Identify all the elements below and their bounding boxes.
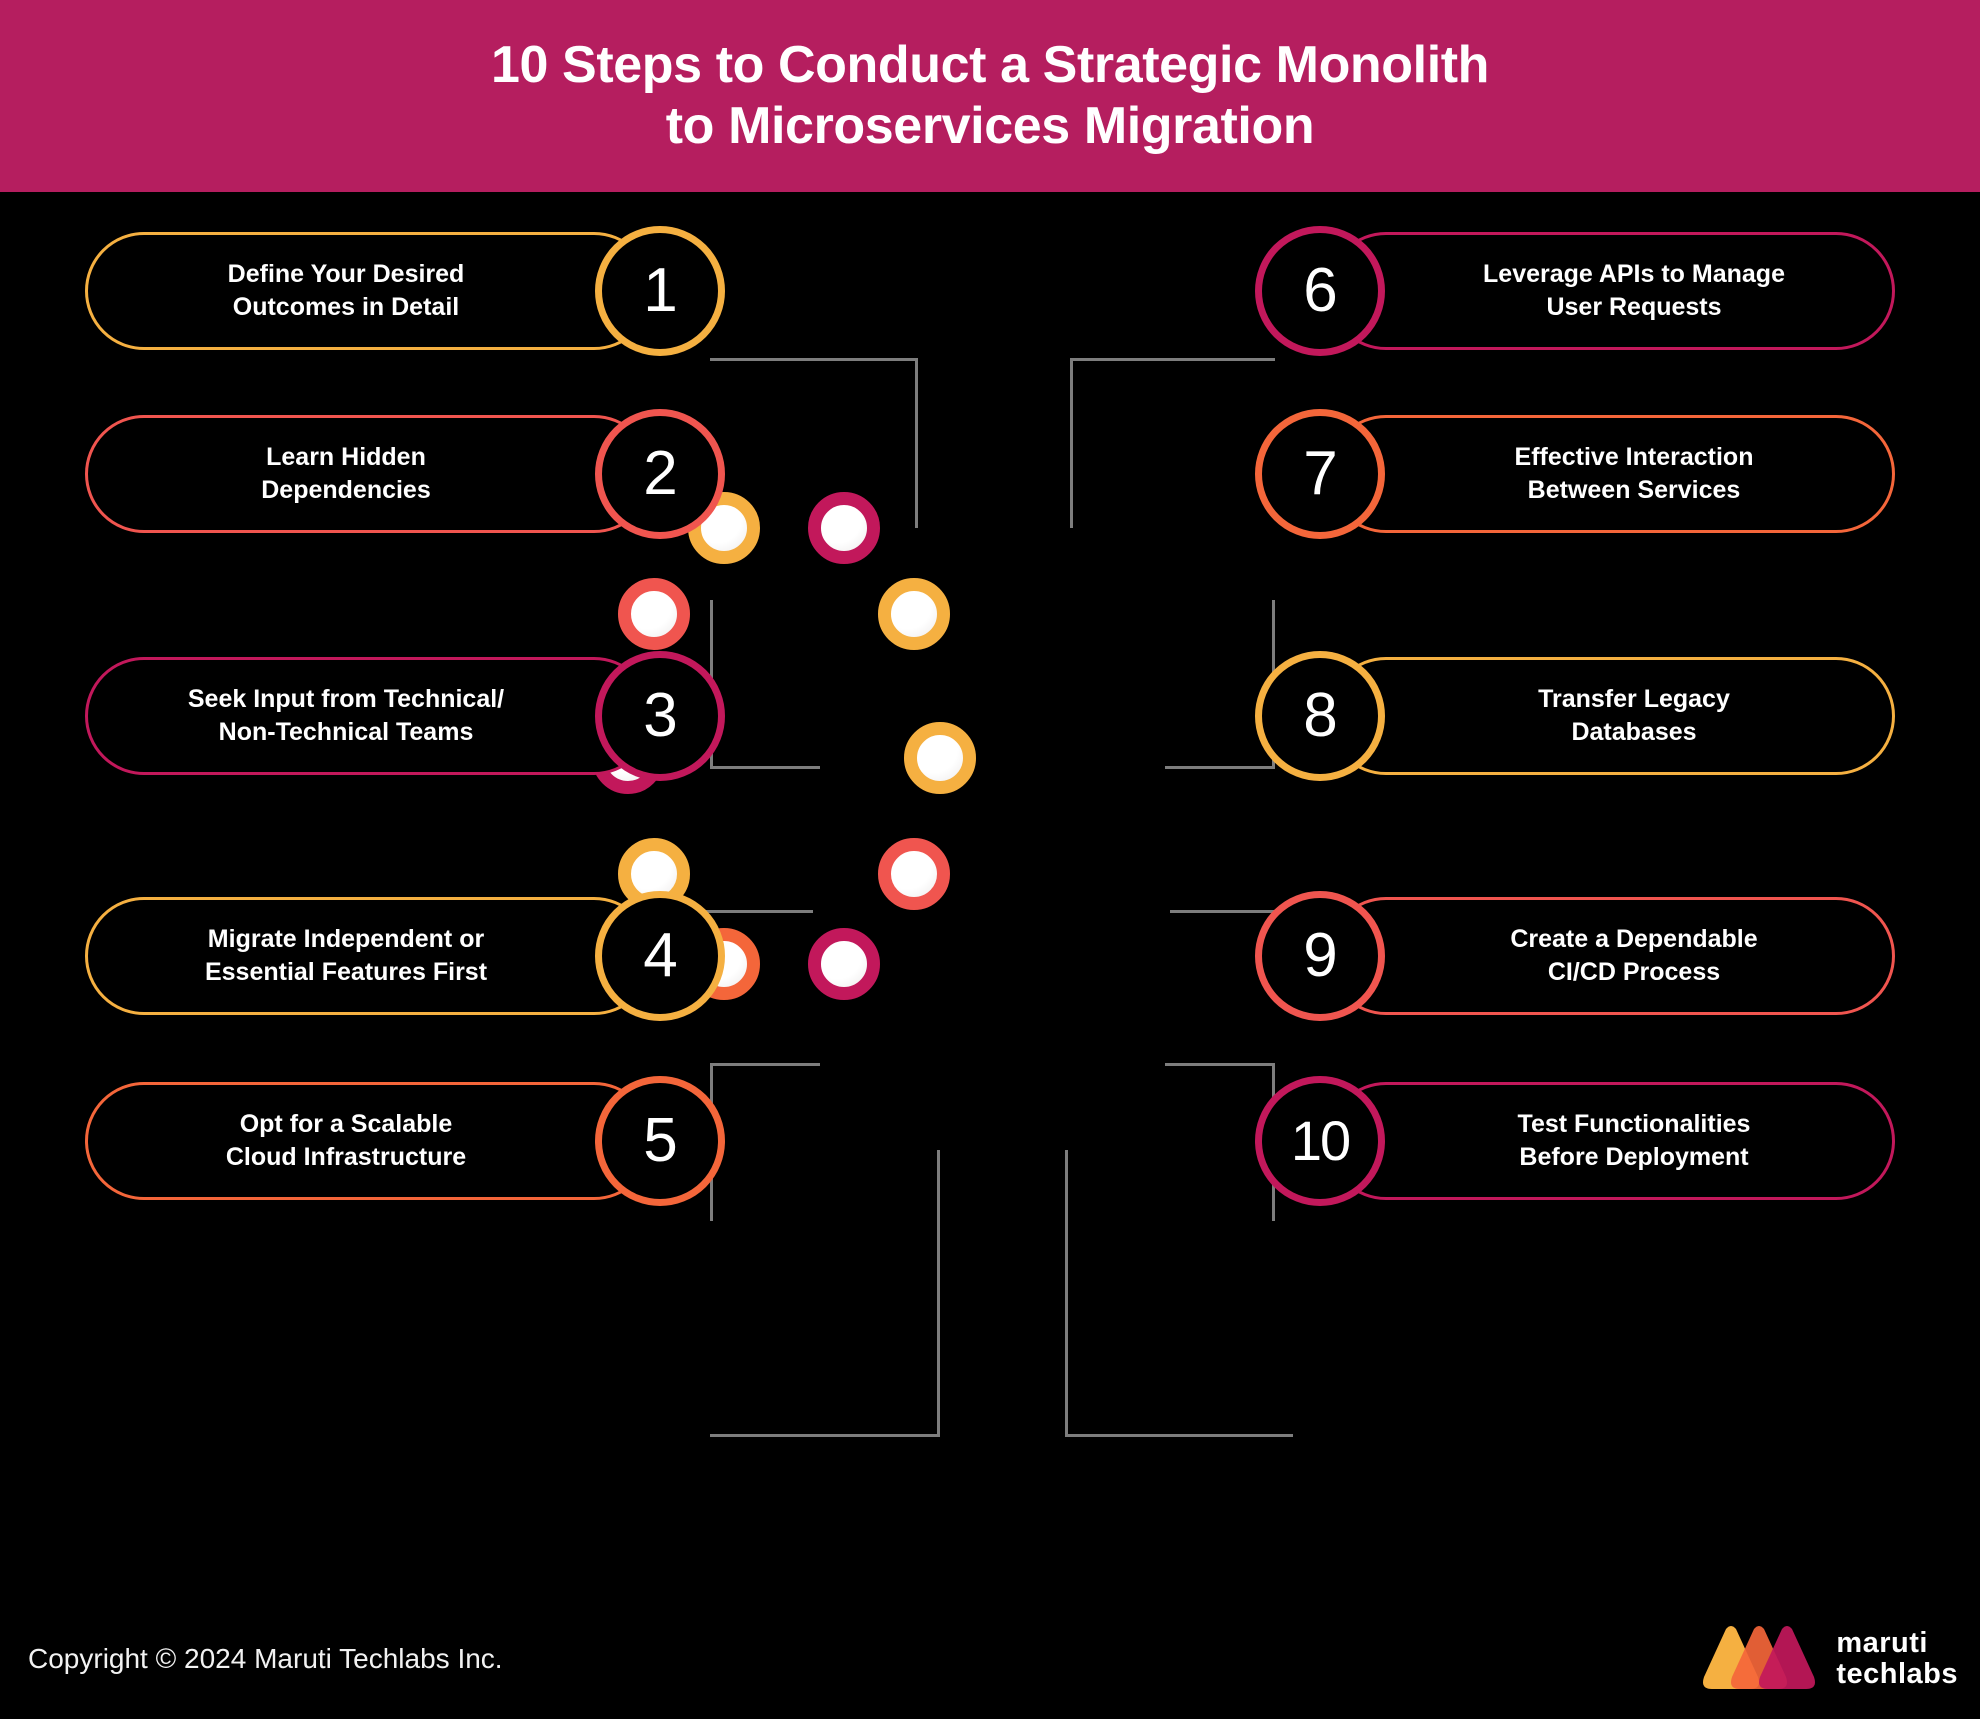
step-number-circle-5: 5 (595, 1076, 725, 1206)
step-number-circle-10: 10 (1255, 1076, 1385, 1206)
center-dot-4 (878, 578, 950, 650)
header-banner: 10 Steps to Conduct a Strategic Monolith… (0, 0, 1980, 192)
step-pill-9[interactable]: Create a Dependable CI/CD Process (1327, 897, 1895, 1015)
step-pill-6[interactable]: Leverage APIs to Manage User Requests (1327, 232, 1895, 350)
step-pill-2[interactable]: Learn Hidden Dependencies (85, 415, 653, 533)
center-dot-10 (808, 928, 880, 1000)
connector-9-h (1165, 1063, 1275, 1066)
step-number-4: 4 (643, 921, 677, 990)
step-pill-10[interactable]: Test Functionalities Before Deployment (1327, 1082, 1895, 1200)
step-item-6[interactable]: Leverage APIs to Manage User Requests 6 (1255, 225, 1895, 357)
center-dot-3 (618, 578, 690, 650)
step-number-circle-9: 9 (1255, 891, 1385, 1021)
step-number-circle-6: 6 (1255, 226, 1385, 356)
page-title: 10 Steps to Conduct a Strategic Monolith… (491, 35, 1489, 158)
step-item-9[interactable]: Create a Dependable CI/CD Process 9 (1255, 890, 1895, 1022)
connector-10-h (1065, 1434, 1293, 1437)
connector-4-h (710, 1063, 820, 1066)
step-number-8: 8 (1303, 681, 1337, 750)
center-dot-2 (808, 492, 880, 564)
step-number-circle-8: 8 (1255, 651, 1385, 781)
step-item-10[interactable]: Test Functionalities Before Deployment 1… (1255, 1075, 1895, 1207)
copyright-text: Copyright © 2024 Maruti Techlabs Inc. (28, 1643, 503, 1674)
step-number-circle-2: 2 (595, 409, 725, 539)
logo-wordmark: maruti techlabs (1836, 1626, 1958, 1691)
step-item-7[interactable]: Effective Interaction Between Services 7 (1255, 408, 1895, 540)
title-line-1: 10 Steps to Conduct a Strategic Monolith (490, 35, 1490, 94)
step-number-2: 2 (643, 439, 677, 508)
connector-5-v (937, 1150, 940, 1437)
step-label-2: Learn Hidden Dependencies (261, 443, 431, 504)
step-pill-3[interactable]: Seek Input from Technical/ Non-Technical… (85, 657, 653, 775)
title-line-2: to Microservices Migration (665, 97, 1315, 155)
step-number-3: 3 (643, 681, 677, 750)
step-number-9: 9 (1303, 921, 1337, 990)
step-label-1: Define Your Desired Outcomes in Detail (227, 260, 465, 321)
logo-line-2: techlabs (1836, 1658, 1958, 1690)
step-pill-1[interactable]: Define Your Desired Outcomes in Detail (85, 232, 653, 350)
step-number-circle-7: 7 (1255, 409, 1385, 539)
connector-1-h (710, 358, 918, 361)
step-item-5[interactable]: Opt for a Scalable Cloud Infrastructure … (85, 1075, 725, 1207)
step-number-circle-4: 4 (595, 891, 725, 1021)
connector-6-v (1070, 358, 1073, 528)
maruti-techlabs-logo: maruti techlabs (1698, 1621, 1958, 1697)
step-number-6: 6 (1303, 256, 1337, 325)
step-number-1: 1 (643, 256, 677, 325)
step-item-2[interactable]: Learn Hidden Dependencies 2 (85, 408, 725, 540)
logo-triangles-icon (1698, 1621, 1820, 1697)
step-number-circle-3: 3 (595, 651, 725, 781)
step-pill-5[interactable]: Opt for a Scalable Cloud Infrastructure (85, 1082, 653, 1200)
connector-10-v (1065, 1150, 1068, 1437)
step-label-10: Test Functionalities Before Deployment (1517, 1110, 1751, 1171)
step-item-4[interactable]: Migrate Independent or Essential Feature… (85, 890, 725, 1022)
infographic-page: 10 Steps to Conduct a Strategic Monolith… (0, 0, 1980, 1719)
step-label-6: Leverage APIs to Manage User Requests (1483, 260, 1785, 321)
step-item-8[interactable]: Transfer Legacy Databases 8 (1255, 650, 1895, 782)
footer: Copyright © 2024 Maruti Techlabs Inc. ma… (0, 1599, 1980, 1719)
step-label-5: Opt for a Scalable Cloud Infrastructure (225, 1110, 467, 1171)
connector-6-h (1070, 358, 1275, 361)
step-number-5: 5 (643, 1106, 677, 1175)
step-number-circle-1: 1 (595, 226, 725, 356)
step-number-7: 7 (1303, 439, 1337, 508)
step-label-3: Seek Input from Technical/ Non-Technical… (187, 685, 505, 746)
connector-5-h (710, 1434, 940, 1437)
step-item-1[interactable]: Define Your Desired Outcomes in Detail 1 (85, 225, 725, 357)
step-pill-8[interactable]: Transfer Legacy Databases (1327, 657, 1895, 775)
step-item-3[interactable]: Seek Input from Technical/ Non-Technical… (85, 650, 725, 782)
center-dot-8 (878, 838, 950, 910)
step-label-8: Transfer Legacy Databases (1538, 685, 1730, 746)
step-label-7: Effective Interaction Between Services (1514, 443, 1754, 504)
step-number-10: 10 (1290, 1109, 1351, 1172)
center-dot-6 (904, 722, 976, 794)
logo-line-1: maruti (1836, 1626, 1928, 1659)
step-label-9: Create a Dependable CI/CD Process (1510, 925, 1758, 986)
step-pill-4[interactable]: Migrate Independent or Essential Feature… (85, 897, 653, 1015)
step-label-4: Migrate Independent or Essential Feature… (204, 925, 488, 986)
step-pill-7[interactable]: Effective Interaction Between Services (1327, 415, 1895, 533)
